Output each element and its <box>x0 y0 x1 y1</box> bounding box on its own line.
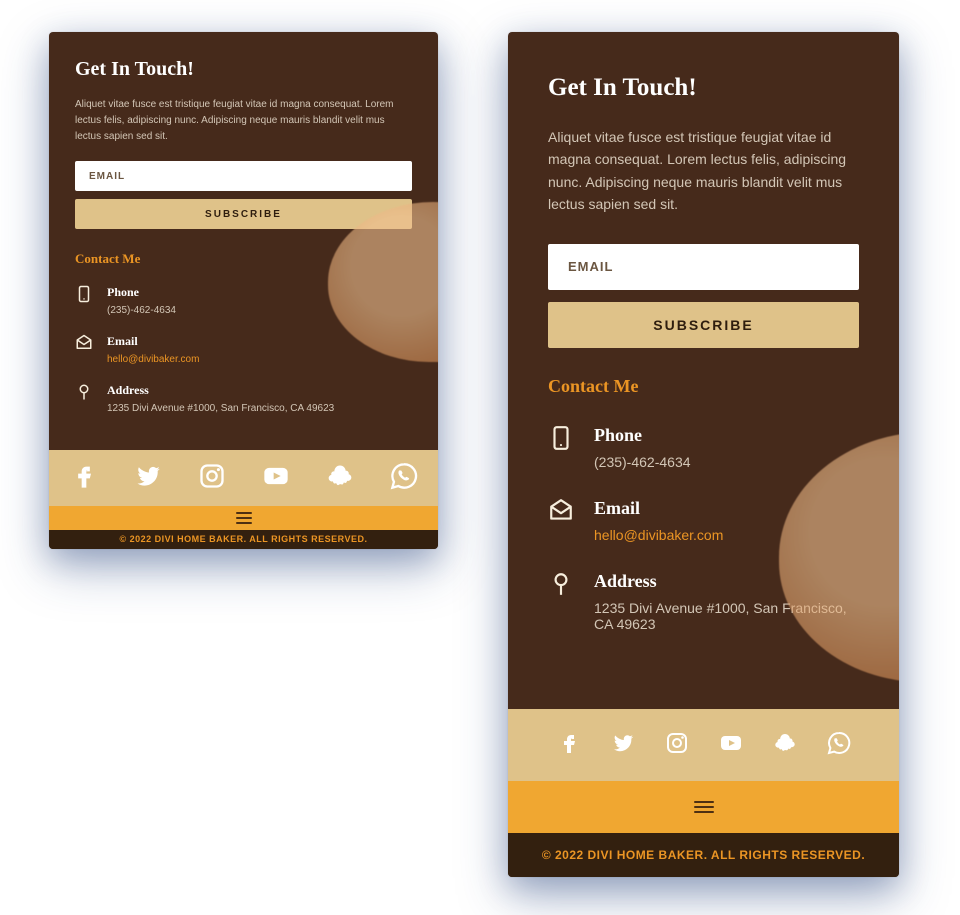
hamburger-icon <box>694 801 714 813</box>
intro-text: Aliquet vitae fusce est tristique feugia… <box>548 126 859 216</box>
email-block: Email hello@divibaker.com <box>75 334 412 365</box>
address-block: Address 1235 Divi Avenue #1000, San Fran… <box>548 571 859 632</box>
email-input[interactable] <box>75 161 412 191</box>
youtube-icon[interactable] <box>719 731 743 760</box>
address-value: 1235 Divi Avenue #1000, San Francisco, C… <box>594 600 859 632</box>
whatsapp-icon[interactable] <box>390 462 418 495</box>
email-block: Email hello@divibaker.com <box>548 498 859 543</box>
tablet-preview: Get In Touch! Aliquet vitae fusce est tr… <box>49 32 438 549</box>
contact-heading: Contact Me <box>75 251 412 267</box>
heading: Get In Touch! <box>548 74 859 102</box>
email-link[interactable]: hello@divibaker.com <box>594 527 723 543</box>
facebook-icon[interactable] <box>70 462 98 495</box>
twitter-icon[interactable] <box>134 462 162 495</box>
youtube-icon[interactable] <box>262 462 290 495</box>
pin-icon <box>75 383 93 414</box>
email-label: Email <box>594 498 723 519</box>
phone-icon <box>548 425 574 470</box>
heading: Get In Touch! <box>75 58 412 81</box>
snapchat-icon[interactable] <box>326 462 354 495</box>
phone-block: Phone (235)-462-4634 <box>548 425 859 470</box>
email-label: Email <box>107 334 199 349</box>
phone-label: Phone <box>594 425 691 446</box>
menu-toggle[interactable] <box>508 781 899 833</box>
instagram-icon[interactable] <box>198 462 226 495</box>
social-bar <box>508 709 899 781</box>
content: Get In Touch! Aliquet vitae fusce est tr… <box>508 32 899 686</box>
hamburger-icon <box>236 512 252 524</box>
twitter-icon[interactable] <box>611 731 635 760</box>
address-label: Address <box>594 571 859 592</box>
address-label: Address <box>107 383 334 398</box>
mail-icon <box>75 334 93 365</box>
email-link[interactable]: hello@divibaker.com <box>107 354 199 365</box>
phone-value: (235)-462-4634 <box>107 305 176 316</box>
phone-block: Phone (235)-462-4634 <box>75 285 412 316</box>
mail-icon <box>548 498 574 543</box>
phone-icon <box>75 285 93 316</box>
social-bar <box>49 450 438 506</box>
address-block: Address 1235 Divi Avenue #1000, San Fran… <box>75 383 412 414</box>
copyright-bar: © 2022 DIVI HOME BAKER. ALL RIGHTS RESER… <box>508 833 899 877</box>
contact-heading: Contact Me <box>548 376 859 397</box>
facebook-icon[interactable] <box>557 731 581 760</box>
subscribe-button[interactable]: SUBSCRIBE <box>548 302 859 348</box>
pin-icon <box>548 571 574 632</box>
snapchat-icon[interactable] <box>773 731 797 760</box>
mobile-preview: Get In Touch! Aliquet vitae fusce est tr… <box>508 32 899 877</box>
instagram-icon[interactable] <box>665 731 689 760</box>
subscribe-button[interactable]: SUBSCRIBE <box>75 199 412 229</box>
phone-value: (235)-462-4634 <box>594 454 691 470</box>
intro-text: Aliquet vitae fusce est tristique feugia… <box>75 97 412 145</box>
whatsapp-icon[interactable] <box>827 731 851 760</box>
copyright-bar: © 2022 DIVI HOME BAKER. ALL RIGHTS RESER… <box>49 530 438 549</box>
address-value: 1235 Divi Avenue #1000, San Francisco, C… <box>107 403 334 414</box>
menu-toggle[interactable] <box>49 506 438 530</box>
email-input[interactable] <box>548 244 859 290</box>
content: Get In Touch! Aliquet vitae fusce est tr… <box>49 32 438 450</box>
phone-label: Phone <box>107 285 176 300</box>
